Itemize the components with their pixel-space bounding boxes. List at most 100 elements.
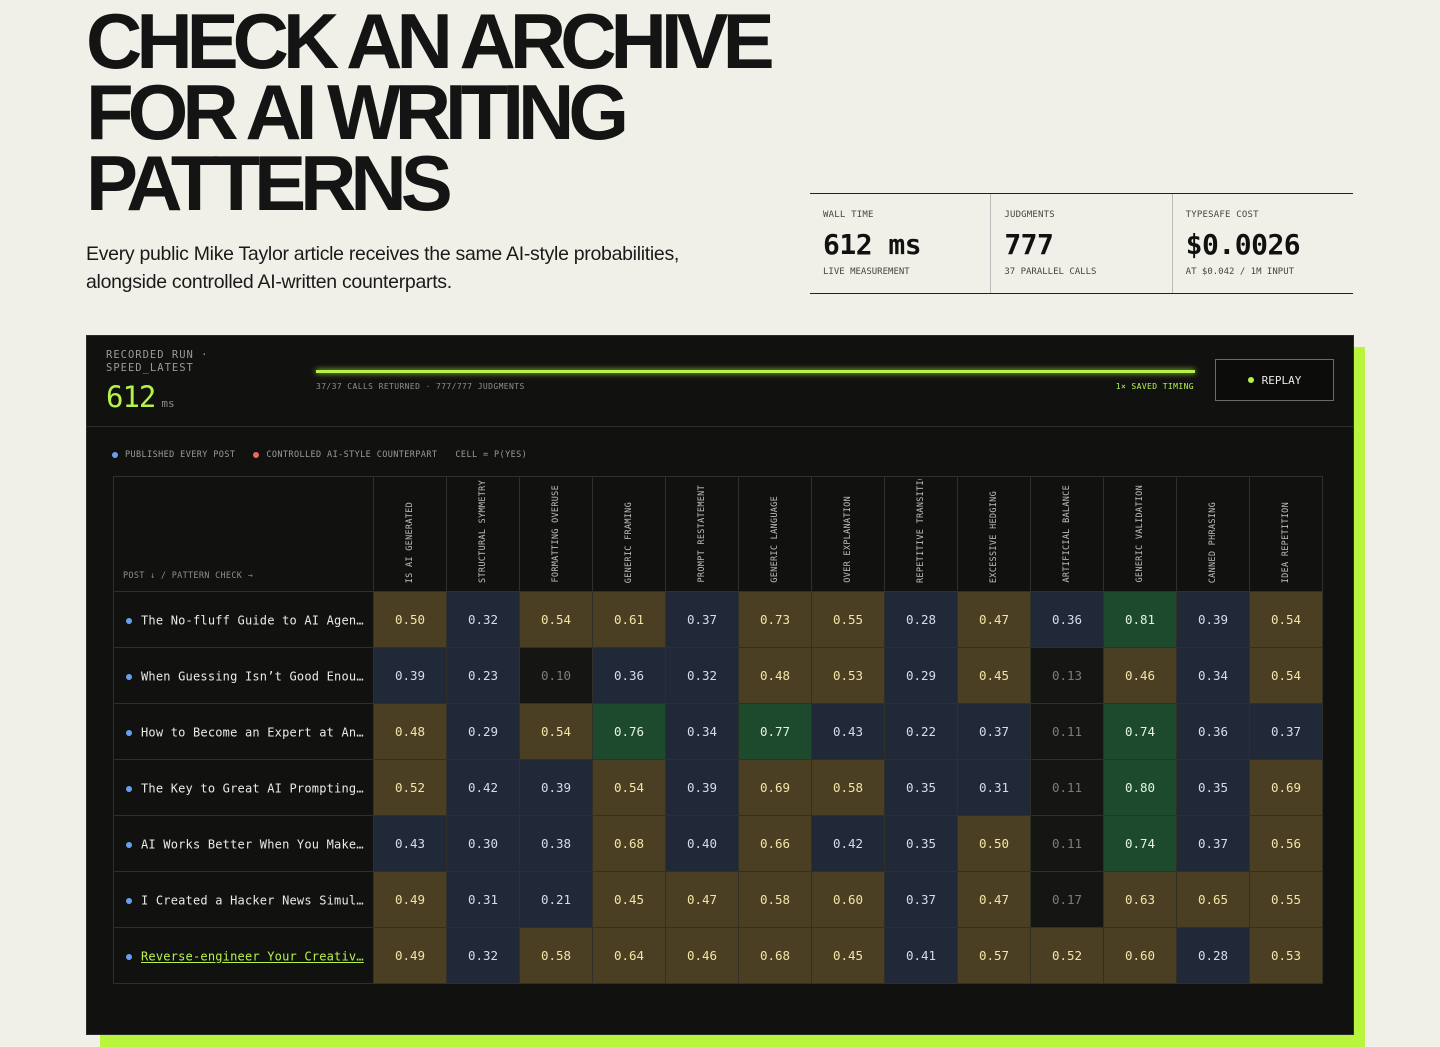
score-cell[interactable]: 0.11 <box>1030 815 1104 872</box>
score-cell[interactable]: 0.54 <box>1249 647 1323 704</box>
column-header[interactable]: GENERIC FRAMING <box>592 476 666 592</box>
score-cell[interactable]: 0.60 <box>811 871 885 928</box>
score-cell[interactable]: 0.80 <box>1103 759 1177 816</box>
score-cell[interactable]: 0.55 <box>811 591 885 648</box>
score-cell[interactable]: 0.53 <box>811 647 885 704</box>
score-cell[interactable]: 0.35 <box>1176 759 1250 816</box>
score-cell[interactable]: 0.37 <box>1249 703 1323 760</box>
score-cell[interactable]: 0.47 <box>665 871 739 928</box>
column-header[interactable]: REPETITIVE TRANSITIO <box>884 476 958 592</box>
score-cell[interactable]: 0.45 <box>811 927 885 984</box>
score-cell[interactable]: 0.42 <box>446 759 520 816</box>
score-cell[interactable]: 0.54 <box>519 591 593 648</box>
column-header[interactable]: IDEA REPETITION <box>1249 476 1323 592</box>
score-cell[interactable]: 0.45 <box>957 647 1031 704</box>
column-header[interactable]: GENERIC LANGUAGE <box>738 476 812 592</box>
score-cell[interactable]: 0.37 <box>957 703 1031 760</box>
score-cell[interactable]: 0.37 <box>884 871 958 928</box>
score-cell[interactable]: 0.63 <box>1103 871 1177 928</box>
score-cell[interactable]: 0.31 <box>446 871 520 928</box>
score-cell[interactable]: 0.39 <box>1176 591 1250 648</box>
score-cell[interactable]: 0.69 <box>738 759 812 816</box>
score-cell[interactable]: 0.42 <box>811 815 885 872</box>
score-cell[interactable]: 0.74 <box>1103 703 1177 760</box>
score-cell[interactable]: 0.35 <box>884 815 958 872</box>
score-cell[interactable]: 0.57 <box>957 927 1031 984</box>
score-cell[interactable]: 0.81 <box>1103 591 1177 648</box>
post-title-cell[interactable]: The No-fluff Guide to AI Agen… <box>113 591 374 648</box>
score-cell[interactable]: 0.22 <box>884 703 958 760</box>
score-cell[interactable]: 0.68 <box>738 927 812 984</box>
column-header[interactable]: STRUCTURAL SYMMETRY <box>446 476 520 592</box>
score-cell[interactable]: 0.28 <box>884 591 958 648</box>
score-cell[interactable]: 0.46 <box>665 927 739 984</box>
score-cell[interactable]: 0.28 <box>1176 927 1250 984</box>
score-cell[interactable]: 0.21 <box>519 871 593 928</box>
score-cell[interactable]: 0.58 <box>519 927 593 984</box>
score-cell[interactable]: 0.32 <box>446 591 520 648</box>
post-title-cell[interactable]: I Created a Hacker News Simul… <box>113 871 374 928</box>
score-cell[interactable]: 0.32 <box>665 647 739 704</box>
score-cell[interactable]: 0.39 <box>665 759 739 816</box>
score-cell[interactable]: 0.43 <box>811 703 885 760</box>
score-cell[interactable]: 0.47 <box>957 591 1031 648</box>
score-cell[interactable]: 0.13 <box>1030 647 1104 704</box>
score-cell[interactable]: 0.23 <box>446 647 520 704</box>
score-cell[interactable]: 0.37 <box>665 591 739 648</box>
score-cell[interactable]: 0.64 <box>592 927 666 984</box>
score-cell[interactable]: 0.11 <box>1030 759 1104 816</box>
post-title-cell[interactable]: Reverse-engineer Your Creativ… <box>113 927 374 984</box>
score-cell[interactable]: 0.41 <box>884 927 958 984</box>
column-header[interactable]: OVER EXPLANATION <box>811 476 885 592</box>
score-cell[interactable]: 0.68 <box>592 815 666 872</box>
post-title-link[interactable]: Reverse-engineer Your Creativ… <box>141 950 364 964</box>
score-cell[interactable]: 0.55 <box>1249 871 1323 928</box>
score-cell[interactable]: 0.38 <box>519 815 593 872</box>
score-cell[interactable]: 0.52 <box>1030 927 1104 984</box>
score-cell[interactable]: 0.48 <box>738 647 812 704</box>
score-cell[interactable]: 0.54 <box>519 703 593 760</box>
post-title-cell[interactable]: How to Become an Expert at An… <box>113 703 374 760</box>
column-header[interactable]: CANNED PHRASING <box>1176 476 1250 592</box>
score-cell[interactable]: 0.54 <box>1249 591 1323 648</box>
score-cell[interactable]: 0.36 <box>1030 591 1104 648</box>
score-cell[interactable]: 0.50 <box>957 815 1031 872</box>
score-cell[interactable]: 0.29 <box>884 647 958 704</box>
post-title-cell[interactable]: When Guessing Isn’t Good Enou… <box>113 647 374 704</box>
post-title-cell[interactable]: The Key to Great AI Prompting… <box>113 759 374 816</box>
score-cell[interactable]: 0.11 <box>1030 703 1104 760</box>
score-cell[interactable]: 0.52 <box>373 759 447 816</box>
column-header[interactable]: EXCESSIVE HEDGING <box>957 476 1031 592</box>
score-cell[interactable]: 0.10 <box>519 647 593 704</box>
column-header[interactable]: PROMPT RESTATEMENT <box>665 476 739 592</box>
score-cell[interactable]: 0.54 <box>592 759 666 816</box>
score-cell[interactable]: 0.36 <box>1176 703 1250 760</box>
score-cell[interactable]: 0.77 <box>738 703 812 760</box>
score-cell[interactable]: 0.48 <box>373 703 447 760</box>
post-title-cell[interactable]: AI Works Better When You Make… <box>113 815 374 872</box>
score-cell[interactable]: 0.53 <box>1249 927 1323 984</box>
score-cell[interactable]: 0.50 <box>373 591 447 648</box>
score-cell[interactable]: 0.32 <box>446 927 520 984</box>
column-header[interactable]: ARTIFICIAL BALANCE <box>1030 476 1104 592</box>
score-cell[interactable]: 0.58 <box>738 871 812 928</box>
score-cell[interactable]: 0.35 <box>884 759 958 816</box>
score-cell[interactable]: 0.29 <box>446 703 520 760</box>
score-cell[interactable]: 0.65 <box>1176 871 1250 928</box>
score-cell[interactable]: 0.39 <box>519 759 593 816</box>
score-cell[interactable]: 0.31 <box>957 759 1031 816</box>
score-cell[interactable]: 0.76 <box>592 703 666 760</box>
column-header[interactable]: IS AI GENERATED <box>373 476 447 592</box>
score-cell[interactable]: 0.37 <box>1176 815 1250 872</box>
score-cell[interactable]: 0.39 <box>373 647 447 704</box>
score-cell[interactable]: 0.40 <box>665 815 739 872</box>
score-cell[interactable]: 0.74 <box>1103 815 1177 872</box>
score-cell[interactable]: 0.69 <box>1249 759 1323 816</box>
score-cell[interactable]: 0.17 <box>1030 871 1104 928</box>
score-cell[interactable]: 0.36 <box>592 647 666 704</box>
score-cell[interactable]: 0.34 <box>1176 647 1250 704</box>
score-cell[interactable]: 0.43 <box>373 815 447 872</box>
score-cell[interactable]: 0.30 <box>446 815 520 872</box>
column-header[interactable]: GENERIC VALIDATION <box>1103 476 1177 592</box>
score-cell[interactable]: 0.73 <box>738 591 812 648</box>
